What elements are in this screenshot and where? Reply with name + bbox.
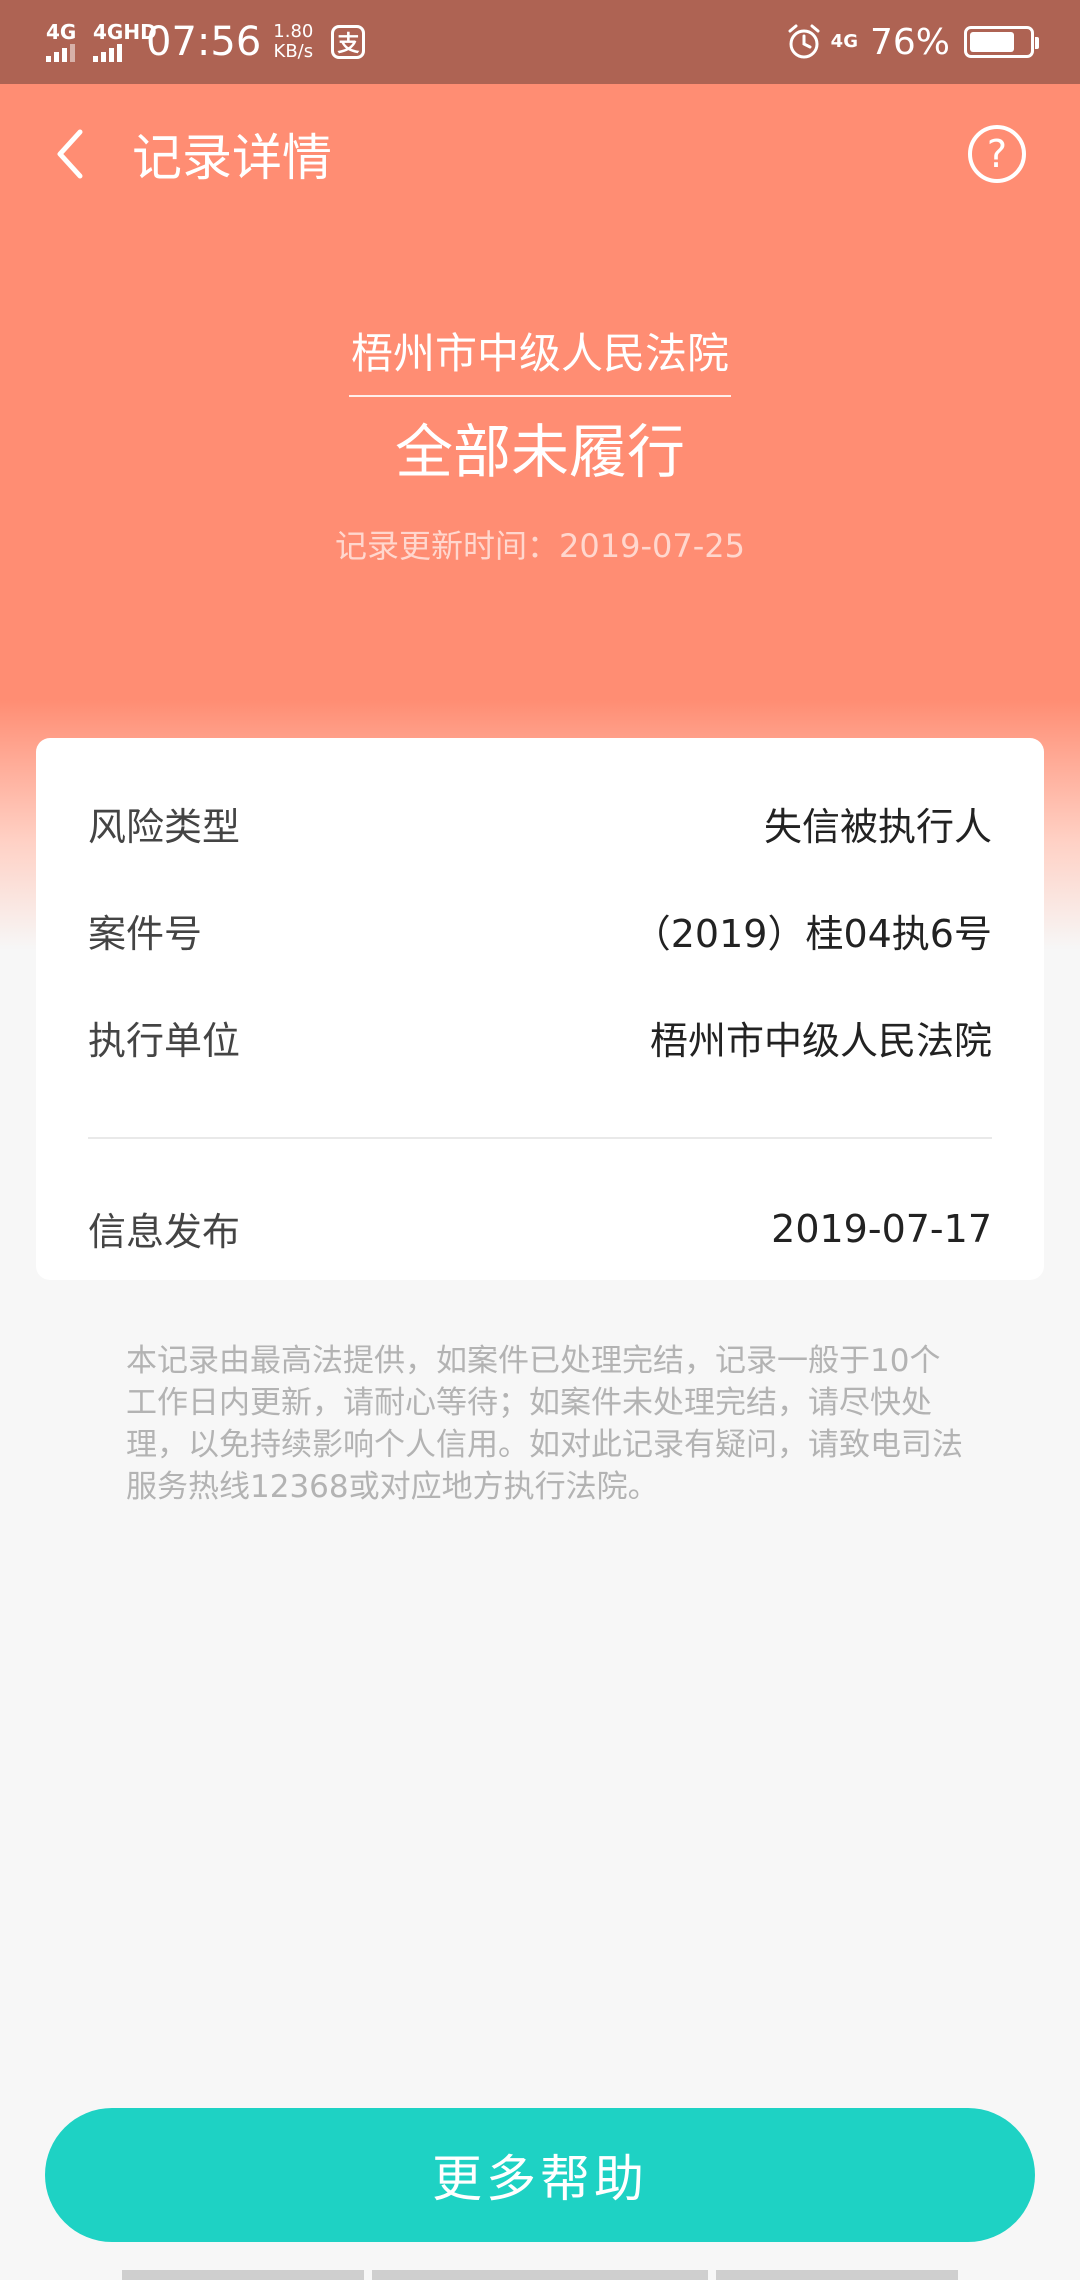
row-label: 执行单位 — [88, 1019, 241, 1063]
alarm-icon — [788, 24, 820, 59]
bottom-handle-bar — [0, 2270, 1080, 2280]
row-value: （2019）桂04执6号 — [632, 912, 992, 956]
hero-section: 梧州市中级人民法院 全部未履行 记录更新时间：2019-07-25 — [0, 320, 1080, 567]
battery-fill — [970, 32, 1015, 52]
more-help-button[interactable]: 更多帮助 — [45, 2108, 1035, 2242]
record-card: 风险类型 失信被执行人 案件号 （2019）桂04执6号 执行单位 梧州市中级人… — [36, 738, 1044, 1280]
court-name: 梧州市中级人民法院 — [348, 320, 731, 397]
clock: 07:56 — [146, 19, 262, 65]
screen: 4G 4GHD 07:56 1.80 KB/s 支 4G 76% 记录详情 ? … — [0, 0, 1080, 2280]
execution-status: 全部未履行 — [394, 418, 685, 486]
status-right: 4G 76% — [785, 21, 1039, 63]
network-speed: 1.80 KB/s — [273, 22, 313, 62]
row-value: 梧州市中级人民法院 — [649, 1019, 992, 1063]
handle-segment — [122, 2270, 364, 2280]
row-label: 信息发布 — [88, 1210, 241, 1254]
update-time-label: 记录更新时间： — [335, 527, 560, 565]
info-row-executing-unit: 执行单位 梧州市中级人民法院 — [88, 1010, 992, 1065]
network-label-2: 4GHD — [93, 20, 157, 44]
info-row-case-number: 案件号 （2019）桂04执6号 — [88, 903, 992, 958]
signal-icon-2: 4GHD — [93, 20, 157, 62]
alipay-icon: 支 — [331, 25, 366, 59]
disclaimer-note: 本记录由最高法提供，如案件已处理完结，记录一般于10个工作日内更新，请耐心等待；… — [126, 1343, 963, 1505]
status-bar: 4G 4GHD 07:56 1.80 KB/s 支 4G 76% — [0, 0, 1080, 84]
help-button[interactable]: ? — [968, 125, 1026, 183]
row-value: 失信被执行人 — [763, 805, 992, 849]
speed-value: 1.80 — [273, 21, 314, 42]
row-label: 风险类型 — [88, 805, 241, 849]
back-button[interactable] — [0, 84, 140, 224]
speed-unit: KB/s — [273, 41, 314, 62]
card-divider — [88, 1137, 992, 1139]
status-left: 4G 4GHD 07:56 1.80 KB/s 支 — [46, 19, 366, 65]
signal-icon: 4G — [46, 20, 77, 62]
info-row-publish-date: 信息发布 2019-07-17 — [88, 1201, 992, 1256]
question-icon: ? — [986, 132, 1008, 176]
row-label: 案件号 — [88, 912, 203, 956]
info-row-risk-type: 风险类型 失信被执行人 — [88, 796, 992, 851]
network-label: 4G — [46, 20, 77, 44]
row-value: 2019-07-17 — [771, 1206, 992, 1251]
network-label-3: 4G — [830, 31, 858, 52]
battery-icon — [964, 26, 1039, 58]
page-title: 记录详情 — [132, 129, 332, 187]
update-time: 记录更新时间：2019-07-25 — [0, 521, 1080, 567]
battery-percent: 76% — [869, 21, 950, 63]
update-time-value: 2019-07-25 — [559, 527, 745, 565]
nav-bar: 记录详情 ? — [0, 84, 1080, 224]
handle-segment — [716, 2270, 958, 2280]
handle-segment — [372, 2270, 708, 2280]
chevron-left-icon — [57, 129, 83, 179]
